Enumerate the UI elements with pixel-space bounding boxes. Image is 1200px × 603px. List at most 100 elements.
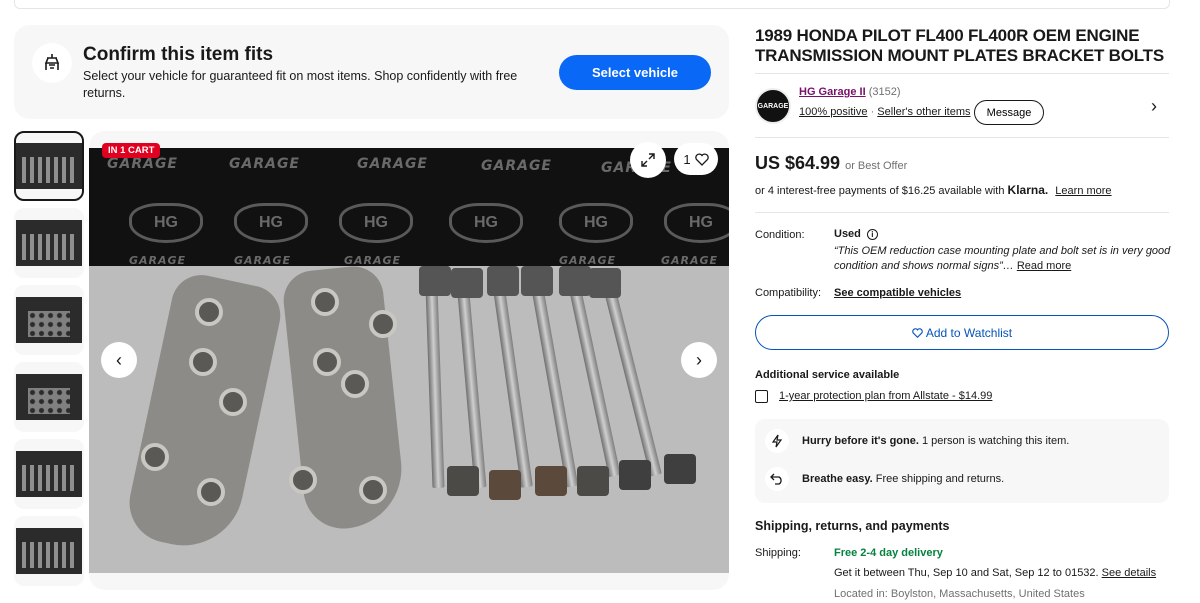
divider bbox=[755, 73, 1169, 74]
best-offer-label: or Best Offer bbox=[845, 160, 908, 172]
thumbnail-list bbox=[14, 131, 84, 593]
condition-label: Condition: bbox=[755, 229, 805, 241]
chevron-right-icon: › bbox=[696, 349, 702, 370]
previous-image-button[interactable]: ‹ bbox=[101, 342, 137, 378]
plate-hole bbox=[189, 348, 217, 376]
next-image-button[interactable]: › bbox=[681, 342, 717, 378]
bolt-head bbox=[589, 268, 621, 298]
condition-value: Used i bbox=[834, 228, 878, 240]
condition-description: “This OEM reduction case mounting plate … bbox=[834, 244, 1174, 274]
plate-hole bbox=[313, 348, 341, 376]
free-delivery: Free 2-4 day delivery bbox=[834, 547, 943, 559]
bolt-head bbox=[521, 266, 553, 296]
price: US $64.99 or Best Offer bbox=[755, 153, 907, 174]
lightning-icon bbox=[765, 429, 789, 453]
watermark-badge: HG bbox=[559, 203, 633, 243]
expand-icon[interactable] bbox=[630, 142, 666, 178]
watchers-notice-text: 1 person is watching this item. bbox=[921, 435, 1070, 447]
watermark-badge: HG bbox=[339, 203, 413, 243]
watermark-logo: GARAGE bbox=[481, 158, 552, 174]
plate-hole bbox=[359, 476, 387, 504]
plate-hole bbox=[197, 478, 225, 506]
condition-quote: “This OEM reduction case mounting plate … bbox=[834, 245, 1171, 272]
item-title: 1989 HONDA PILOT FL400 FL400R OEM ENGINE… bbox=[755, 26, 1165, 65]
seller-info: HG Garage II (3152) bbox=[799, 86, 901, 98]
message-seller-button[interactable]: Message bbox=[974, 100, 1044, 125]
fit-banner: Confirm this item fits Select your vehic… bbox=[14, 25, 729, 119]
chevron-right-icon[interactable]: › bbox=[1151, 96, 1157, 117]
price-amount: US $64.99 bbox=[755, 153, 841, 173]
learn-more-link[interactable]: Learn more bbox=[1055, 185, 1111, 197]
chevron-left-icon: ‹ bbox=[116, 349, 122, 370]
item-location: Located in: Boylston, Massachusetts, Uni… bbox=[834, 588, 1085, 600]
watermark-badge: HG bbox=[449, 203, 523, 243]
main-image-viewer[interactable]: GARAGE GARAGE GARAGE GARAGE GARAGE HG HG… bbox=[89, 131, 729, 590]
bolt-head bbox=[419, 266, 451, 296]
seller-name-link[interactable]: HG Garage II bbox=[799, 86, 866, 98]
bolt-nut bbox=[619, 460, 651, 490]
fit-description: Select your vehicle for guaranteed fit o… bbox=[83, 69, 518, 100]
plate-hole bbox=[341, 370, 369, 398]
plate-hole bbox=[369, 310, 397, 338]
returns-notice-bold: Breathe easy. bbox=[802, 473, 873, 485]
plate-hole bbox=[289, 466, 317, 494]
watermark-badge: HG bbox=[664, 203, 729, 243]
plate-hole bbox=[219, 388, 247, 416]
plate-hole bbox=[195, 298, 223, 326]
protection-plan-link[interactable]: 1-year protection plan from Allstate - $… bbox=[779, 390, 992, 402]
bolt-nut bbox=[577, 466, 609, 496]
select-vehicle-button[interactable]: Select vehicle bbox=[559, 55, 711, 90]
watchers-notice-bold: Hurry before it's gone. bbox=[802, 435, 919, 447]
delivery-estimate-text: Get it between Thu, Sep 10 and Sat, Sep … bbox=[834, 567, 1099, 579]
installments: or 4 interest-free payments of $16.25 av… bbox=[755, 183, 1112, 197]
bolt-nut bbox=[447, 466, 479, 496]
vehicle-fit-icon bbox=[32, 43, 72, 83]
thumbnail-4[interactable] bbox=[14, 362, 84, 432]
klarna-logo: Klarna. bbox=[1007, 183, 1049, 197]
watchers-notice: Hurry before it's gone. 1 person is watc… bbox=[802, 435, 1069, 447]
add-to-watchlist-button[interactable]: Add to Watchlist bbox=[755, 315, 1169, 350]
plate-hole bbox=[141, 443, 169, 471]
heart-icon bbox=[912, 327, 923, 338]
bolt-nut bbox=[535, 466, 567, 496]
condition-value-text: Used bbox=[834, 228, 861, 240]
compatible-vehicles-link[interactable]: See compatible vehicles bbox=[834, 287, 961, 299]
thumbnail-2[interactable] bbox=[14, 208, 84, 278]
see-details-link[interactable]: See details bbox=[1102, 567, 1156, 579]
bolt-head bbox=[559, 266, 591, 296]
return-arrow-icon bbox=[765, 467, 789, 491]
shipping-label: Shipping: bbox=[755, 547, 801, 559]
watermark-badge: HG bbox=[234, 203, 308, 243]
watermark-logo: GARAGE bbox=[107, 156, 178, 172]
heart-icon bbox=[694, 152, 709, 166]
thumbnail-1[interactable] bbox=[14, 131, 84, 201]
watermark-logo: GARAGE bbox=[229, 156, 300, 172]
delivery-estimate: Get it between Thu, Sep 10 and Sat, Sep … bbox=[834, 567, 1156, 579]
shipping-heading: Shipping, returns, and payments bbox=[755, 519, 950, 533]
divider bbox=[755, 212, 1169, 213]
watermark-badge: HG bbox=[129, 203, 203, 243]
seller-avatar[interactable]: GARAGE bbox=[755, 88, 791, 124]
installments-text: or 4 interest-free payments of $16.25 av… bbox=[755, 185, 1005, 197]
read-more-link[interactable]: Read more bbox=[1017, 260, 1071, 272]
bolt-head bbox=[451, 268, 483, 298]
protection-plan-checkbox[interactable] bbox=[755, 390, 768, 403]
top-search-bar-edge bbox=[14, 0, 1170, 9]
info-icon[interactable]: i bbox=[866, 229, 878, 240]
watch-heart-button[interactable]: 1 bbox=[674, 143, 718, 175]
thumbnail-6[interactable] bbox=[14, 516, 84, 586]
bolt-head bbox=[487, 266, 519, 296]
in-cart-badge: IN 1 CART bbox=[102, 143, 161, 158]
fit-title: Confirm this item fits bbox=[83, 44, 274, 65]
returns-notice-text: Free shipping and returns. bbox=[875, 473, 1005, 485]
urgency-notices: Hurry before it's gone. 1 person is watc… bbox=[755, 419, 1169, 503]
seller-other-items-link[interactable]: Seller's other items bbox=[877, 106, 970, 118]
seller-feedback-link[interactable]: 100% positive bbox=[799, 106, 868, 118]
seller-links: 100% positive · Seller's other items bbox=[799, 106, 971, 118]
watch-count: 1 bbox=[683, 151, 691, 167]
watchlist-label: Add to Watchlist bbox=[925, 325, 1013, 340]
thumbnail-5[interactable] bbox=[14, 439, 84, 509]
divider bbox=[755, 137, 1169, 138]
seller-score: (3152) bbox=[868, 86, 901, 98]
thumbnail-3[interactable] bbox=[14, 285, 84, 355]
